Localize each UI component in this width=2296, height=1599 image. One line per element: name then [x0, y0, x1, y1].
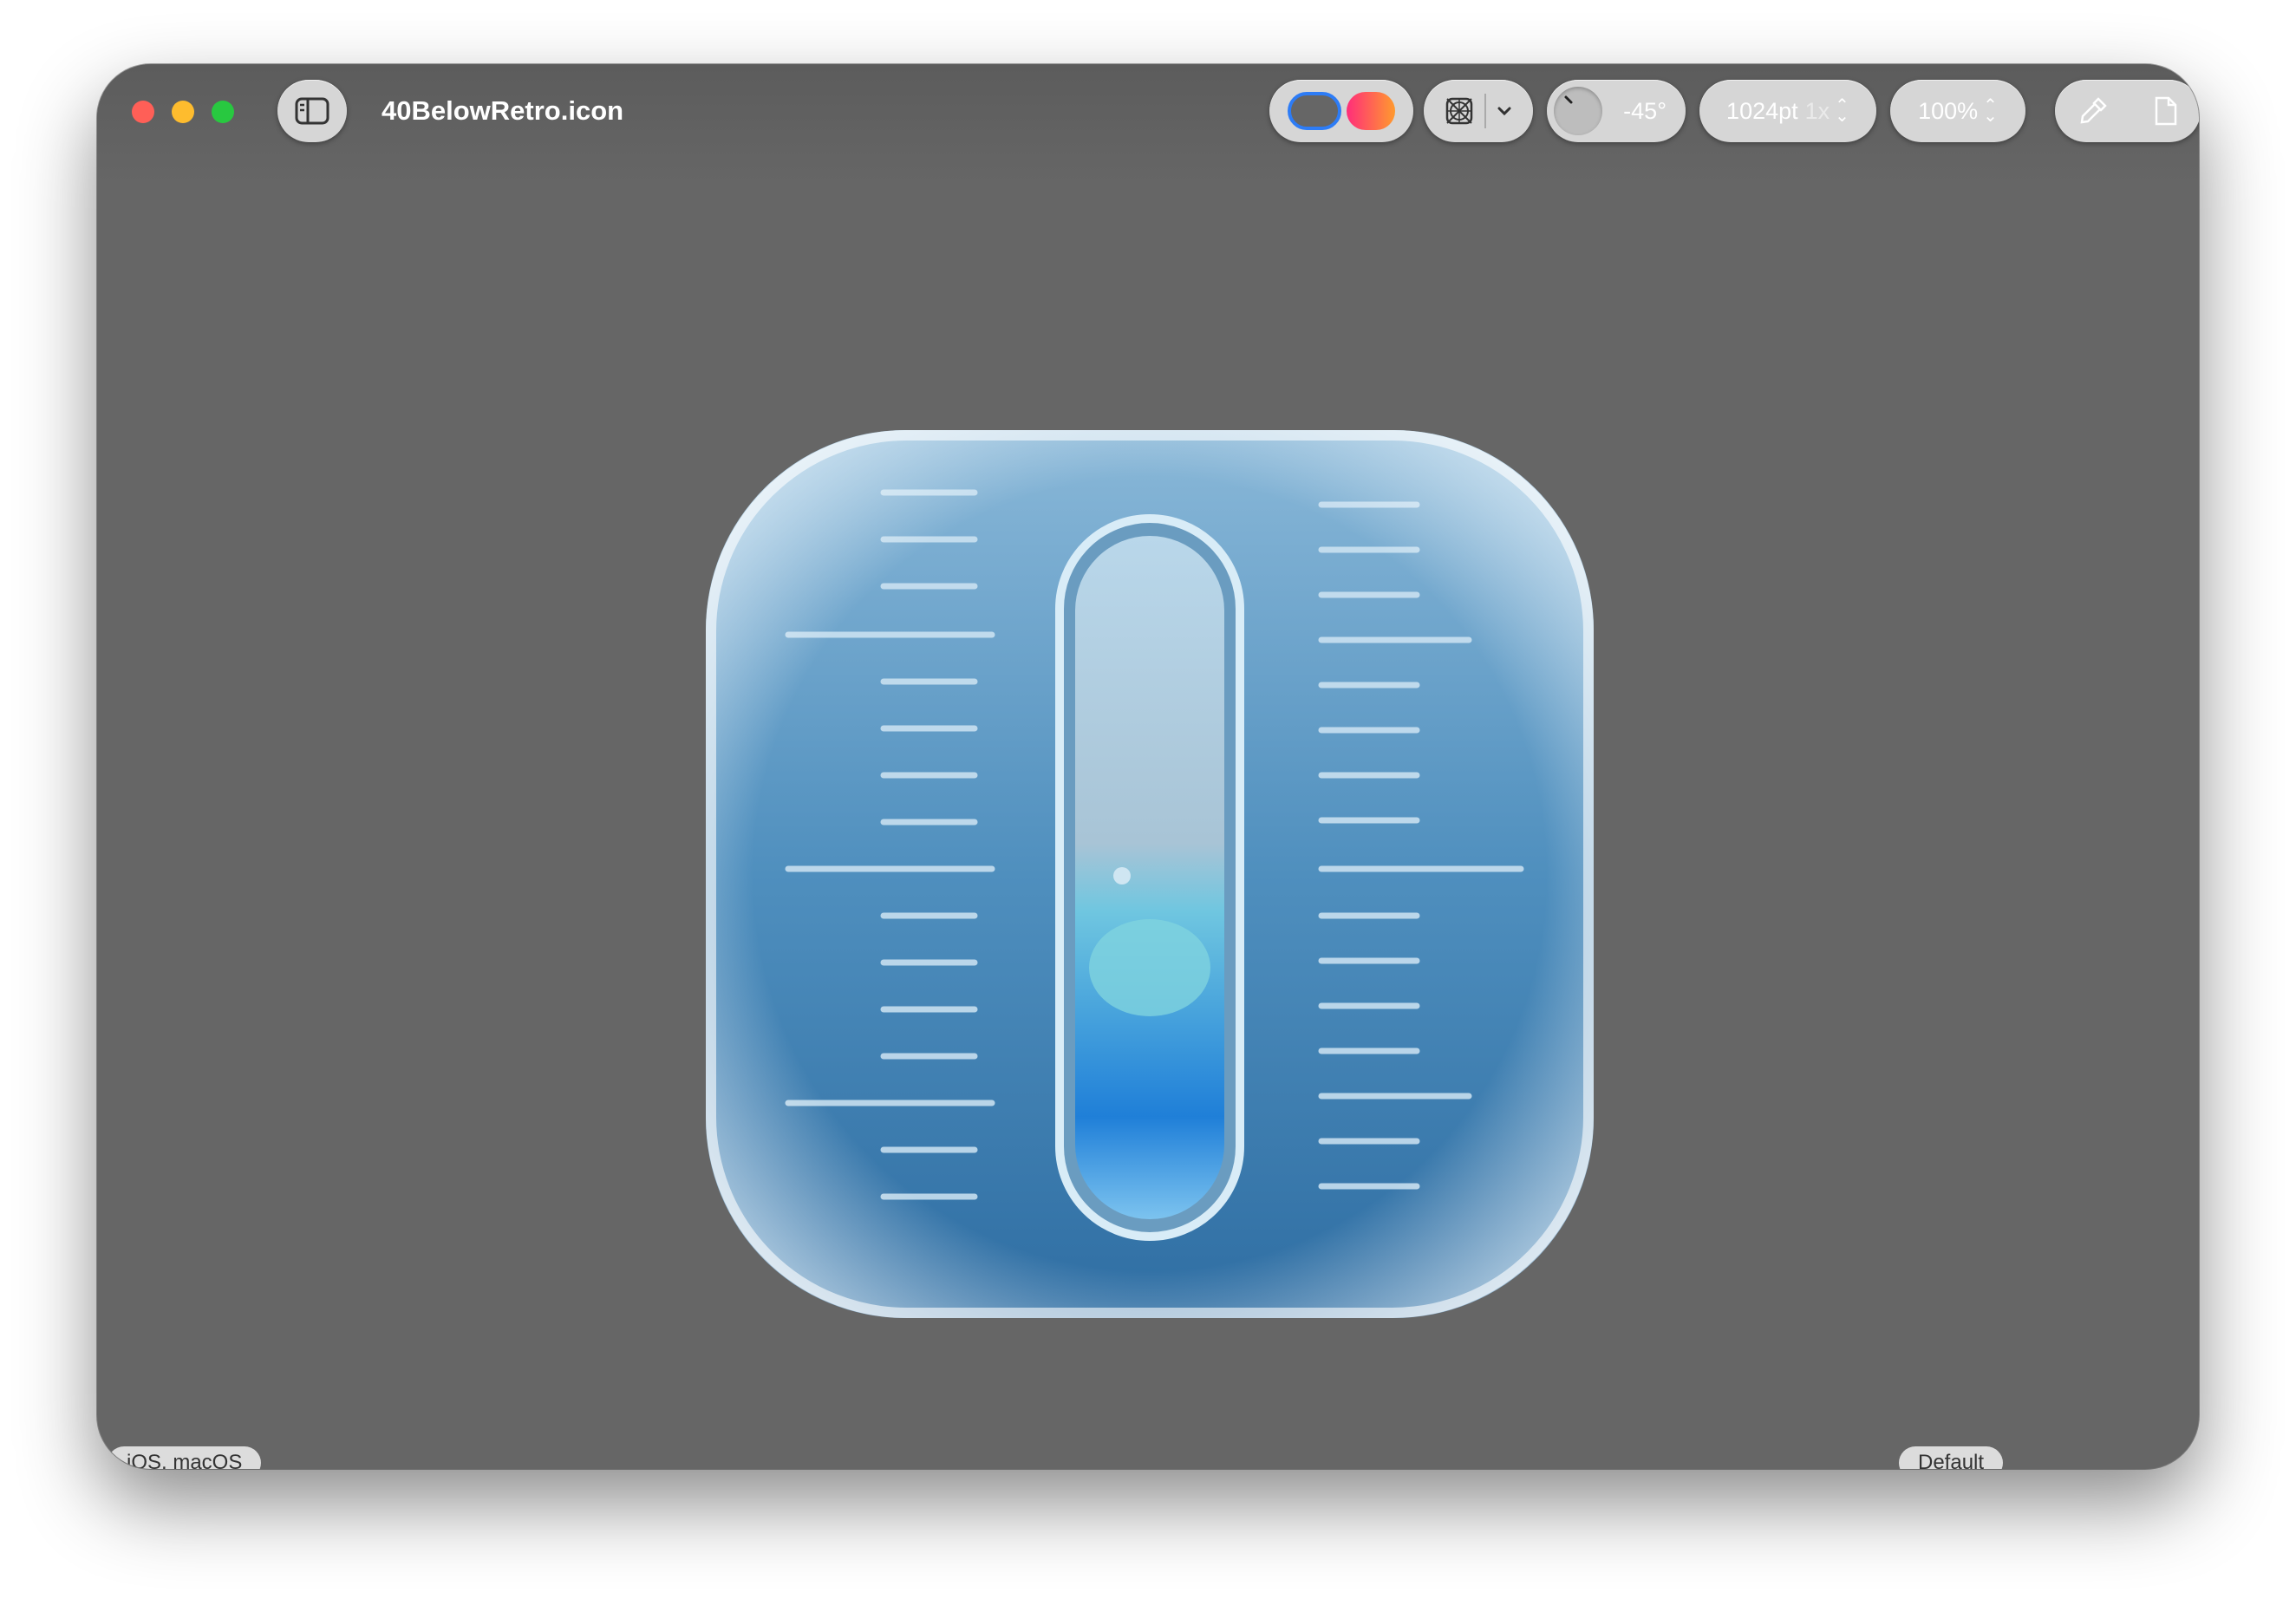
- app-icon-preview: [706, 430, 1594, 1318]
- titlebar: 40BelowRetro.icon -45° 1024pt 1x ⌃ ⌄ 100…: [97, 64, 2199, 186]
- angle-dial[interactable]: [1554, 87, 1602, 135]
- zoom-value: 100%: [1918, 97, 1979, 124]
- size-value: 1024pt: [1726, 97, 1798, 124]
- chevron-down-icon[interactable]: [1497, 106, 1512, 116]
- stepper-arrows-icon: ⌃ ⌄: [1983, 96, 1998, 126]
- window-title: 40BelowRetro.icon: [382, 95, 624, 126]
- app-window: 40BelowRetro.icon -45° 1024pt 1x ⌃ ⌄ 100…: [97, 64, 2199, 1469]
- zoom-selector[interactable]: 100% ⌃ ⌄: [1890, 80, 2025, 142]
- divider: [1484, 94, 1486, 128]
- document-icon[interactable]: [2153, 95, 2179, 127]
- appearance-mode-selector[interactable]: [1269, 80, 1413, 142]
- angle-value: -45°: [1623, 97, 1667, 124]
- sidebar-toggle-button[interactable]: [277, 80, 347, 142]
- icon-canvas: iOS, macOS Default: [97, 186, 2199, 1469]
- light-mode-swatch[interactable]: [1288, 92, 1341, 130]
- stepper-arrows-icon: ⌃ ⌄: [1835, 96, 1849, 126]
- scale-value: 1x: [1804, 97, 1830, 124]
- grid-overlay-menu[interactable]: [1424, 80, 1533, 142]
- close-button[interactable]: [132, 101, 154, 123]
- color-mode-swatch[interactable]: [1347, 92, 1395, 130]
- eyedropper-icon[interactable]: [2077, 95, 2109, 127]
- zoom-button[interactable]: [212, 101, 234, 123]
- light-angle-control[interactable]: -45°: [1547, 80, 1686, 142]
- sidebar-icon: [295, 97, 329, 125]
- minimize-button[interactable]: [172, 101, 194, 123]
- variant-label: Default: [1899, 1446, 2004, 1469]
- size-selector[interactable]: 1024pt 1x ⌃ ⌄: [1699, 80, 1876, 142]
- grid-icon: [1445, 97, 1473, 125]
- platform-label: iOS, macOS: [108, 1446, 262, 1469]
- tools-group: [2055, 80, 2199, 142]
